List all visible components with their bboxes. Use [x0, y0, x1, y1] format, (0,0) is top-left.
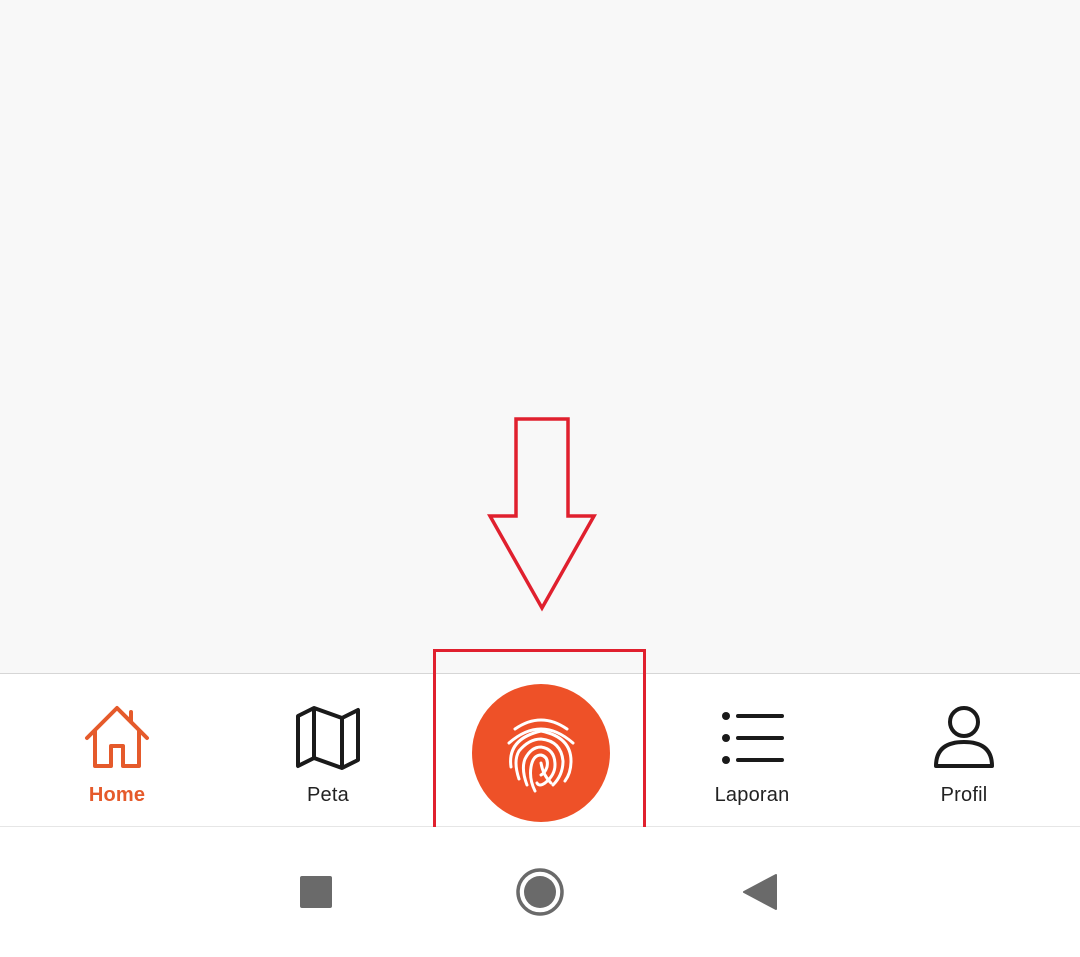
map-icon — [292, 702, 364, 774]
recent-apps-icon[interactable] — [300, 876, 332, 908]
bottom-navigation-bar: Home Peta Laporan Profil — [0, 673, 1080, 827]
fingerprint-scan-button[interactable] — [472, 684, 610, 822]
home-circle-icon[interactable] — [516, 868, 564, 916]
nav-item-peta[interactable]: Peta — [222, 674, 434, 826]
nav-item-laporan[interactable]: Laporan — [646, 674, 858, 826]
system-navigation-bar — [0, 827, 1080, 957]
nav-item-profil[interactable]: Profil — [858, 674, 1070, 826]
nav-label-peta: Peta — [307, 784, 349, 806]
home-icon — [81, 702, 153, 774]
nav-label-profil: Profil — [940, 784, 988, 806]
content-area — [0, 0, 1080, 673]
nav-label-laporan: Laporan — [714, 784, 790, 806]
list-icon — [716, 702, 788, 774]
app-screen: Home Peta Laporan Profil — [0, 0, 1080, 957]
fingerprint-icon — [507, 718, 575, 793]
nav-label-home: Home — [88, 784, 146, 806]
nav-item-home[interactable]: Home — [11, 674, 223, 826]
person-icon — [928, 702, 1000, 774]
back-triangle-icon[interactable] — [742, 873, 778, 911]
